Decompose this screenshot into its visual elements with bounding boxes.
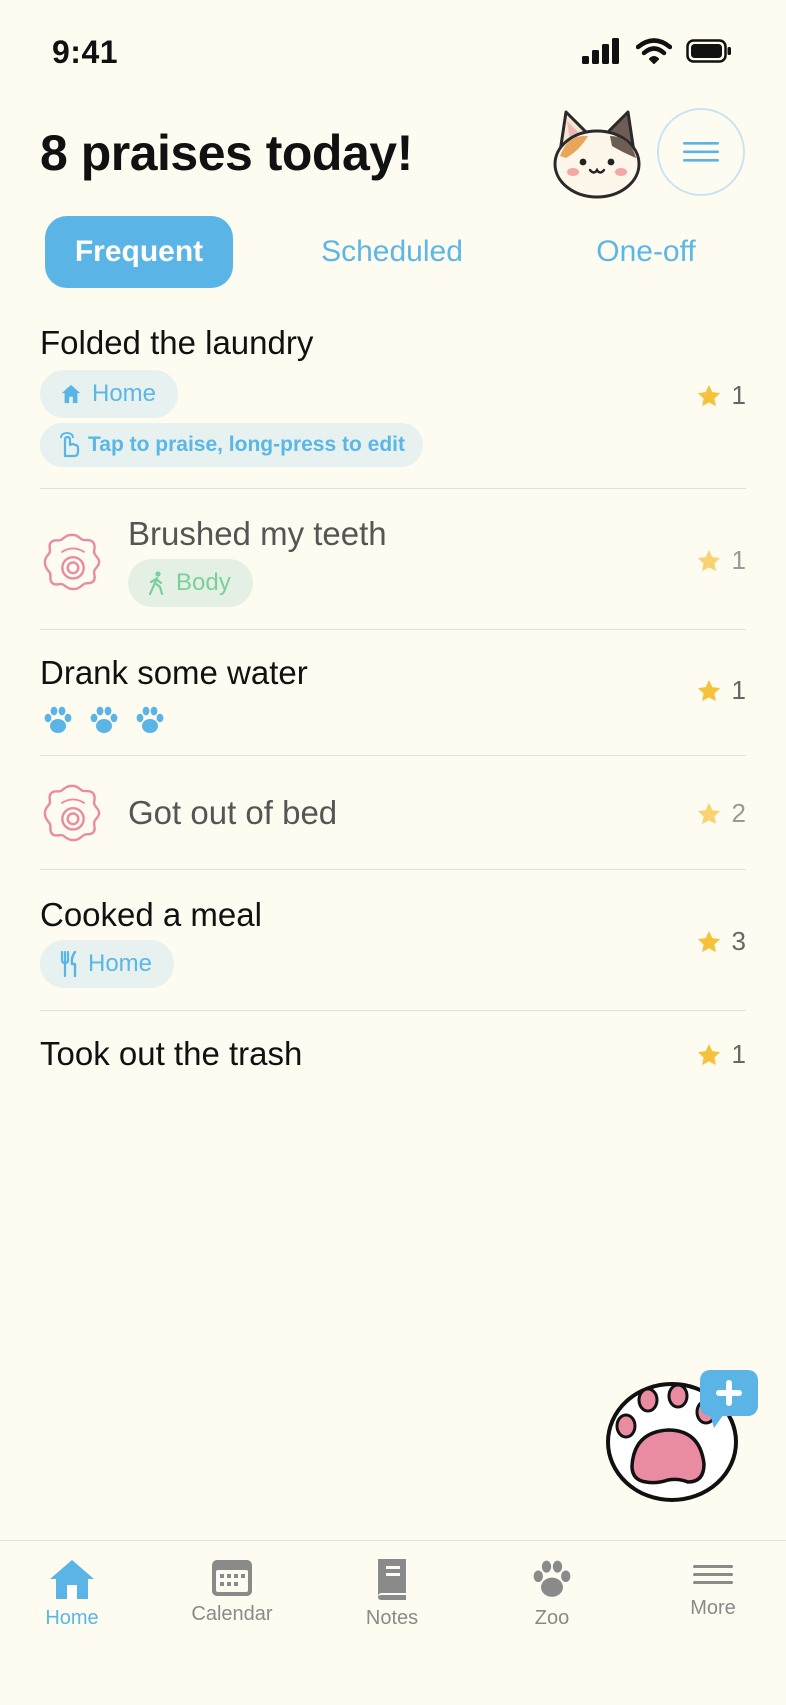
star-icon (696, 383, 722, 409)
tab-frequent[interactable]: Frequent (45, 216, 233, 288)
tab-bar-label: Calendar (191, 1603, 273, 1625)
tab-bar-notes[interactable]: Notes (332, 1557, 452, 1630)
item-title: Got out of bed (128, 794, 338, 831)
star-count-value: 1 (731, 545, 746, 575)
menu-lines-icon (683, 142, 719, 162)
praise-list: Folded the laundry Home Tap to praise, l… (40, 306, 746, 1101)
hint-chip: Tap to praise, long-press to edit (40, 423, 423, 467)
menu-button[interactable] (657, 108, 745, 196)
tab-bar-zoo[interactable]: Zoo (492, 1557, 612, 1630)
tab-bar-label: Home (45, 1607, 99, 1629)
header: 8 praises today! (0, 100, 786, 210)
item-title: Cooked a meal (40, 896, 262, 933)
bottom-tab-bar: Home Calendar Notes Zoo More (0, 1540, 786, 1705)
star-icon (696, 678, 722, 704)
wifi-icon (636, 38, 672, 64)
notebook-icon (378, 1559, 406, 1600)
status-time: 9:41 (52, 34, 119, 70)
segment-tabs: Frequent Scheduled One-off (0, 216, 786, 288)
item-title: Brushed my teeth (128, 515, 387, 552)
star-icon (696, 801, 722, 827)
tab-bar-calendar[interactable]: Calendar (172, 1557, 292, 1626)
walking-icon (148, 571, 164, 595)
star-count: 1 (696, 545, 746, 576)
item-title: Folded the laundry (40, 324, 314, 361)
paw-icon (42, 704, 74, 736)
hanamaru-stamp-icon (42, 782, 104, 844)
house-icon (50, 1560, 94, 1599)
tab-bar-label: Zoo (534, 1607, 570, 1629)
list-item[interactable]: Brushed my teeth Body 1 (40, 489, 746, 630)
status-bar: 9:41 (0, 0, 786, 100)
star-count-value: 1 (731, 675, 746, 705)
battery-icon (686, 39, 731, 63)
list-item[interactable]: Took out the trash 1 (40, 1011, 746, 1101)
tag-label: Home (88, 950, 153, 977)
star-count-value: 3 (731, 926, 746, 956)
paw-icon (134, 704, 166, 736)
paw-icon (88, 704, 120, 736)
item-title: Drank some water (40, 654, 308, 691)
item-title: Took out the trash (40, 1035, 303, 1072)
tab-one-off[interactable]: One-off (552, 216, 740, 288)
star-count: 3 (696, 926, 746, 957)
add-praise-button[interactable] (604, 1370, 760, 1506)
hint-text: Tap to praise, long-press to edit (88, 433, 405, 456)
category-tag-body[interactable]: Body (128, 559, 253, 607)
calico-cat-icon[interactable] (550, 106, 644, 202)
star-count: 1 (696, 1039, 746, 1070)
tag-label: Body (176, 569, 231, 596)
category-tag-home[interactable]: Home (40, 370, 179, 418)
list-item[interactable]: Got out of bed 2 (40, 756, 746, 870)
star-count: 2 (696, 798, 746, 829)
menu-lines-icon (693, 1565, 733, 1584)
house-icon (61, 384, 81, 404)
star-icon (696, 548, 722, 574)
category-tag-home[interactable]: Home (40, 940, 175, 988)
cellular-signal-icon (582, 38, 619, 64)
paw-icon (533, 1560, 571, 1597)
list-item[interactable]: Drank some water 1 (40, 630, 746, 756)
tab-scheduled[interactable]: Scheduled (298, 216, 486, 288)
tab-bar-label: Notes (365, 1607, 419, 1629)
star-icon (696, 1042, 722, 1068)
star-count-value: 1 (731, 1039, 746, 1069)
star-count: 1 (696, 380, 746, 411)
star-count: 1 (696, 675, 746, 706)
list-item[interactable]: Cooked a meal Home 3 (40, 870, 746, 1011)
list-item[interactable]: Folded the laundry Home Tap to praise, l… (40, 306, 746, 489)
star-icon (696, 929, 722, 955)
paw-progress (42, 704, 166, 736)
status-icons (582, 38, 732, 64)
tag-label: Home (92, 380, 157, 407)
tab-bar-more[interactable]: More (653, 1557, 773, 1620)
star-count-value: 2 (731, 798, 746, 828)
tap-hand-icon (60, 432, 80, 458)
page-title: 8 praises today! (40, 125, 413, 181)
hanamaru-stamp-icon (42, 531, 104, 593)
fork-knife-icon (60, 951, 77, 977)
calendar-icon (212, 1560, 252, 1596)
star-count-value: 1 (731, 380, 746, 410)
tab-bar-home[interactable]: Home (12, 1557, 132, 1630)
tab-bar-label: More (690, 1597, 736, 1619)
